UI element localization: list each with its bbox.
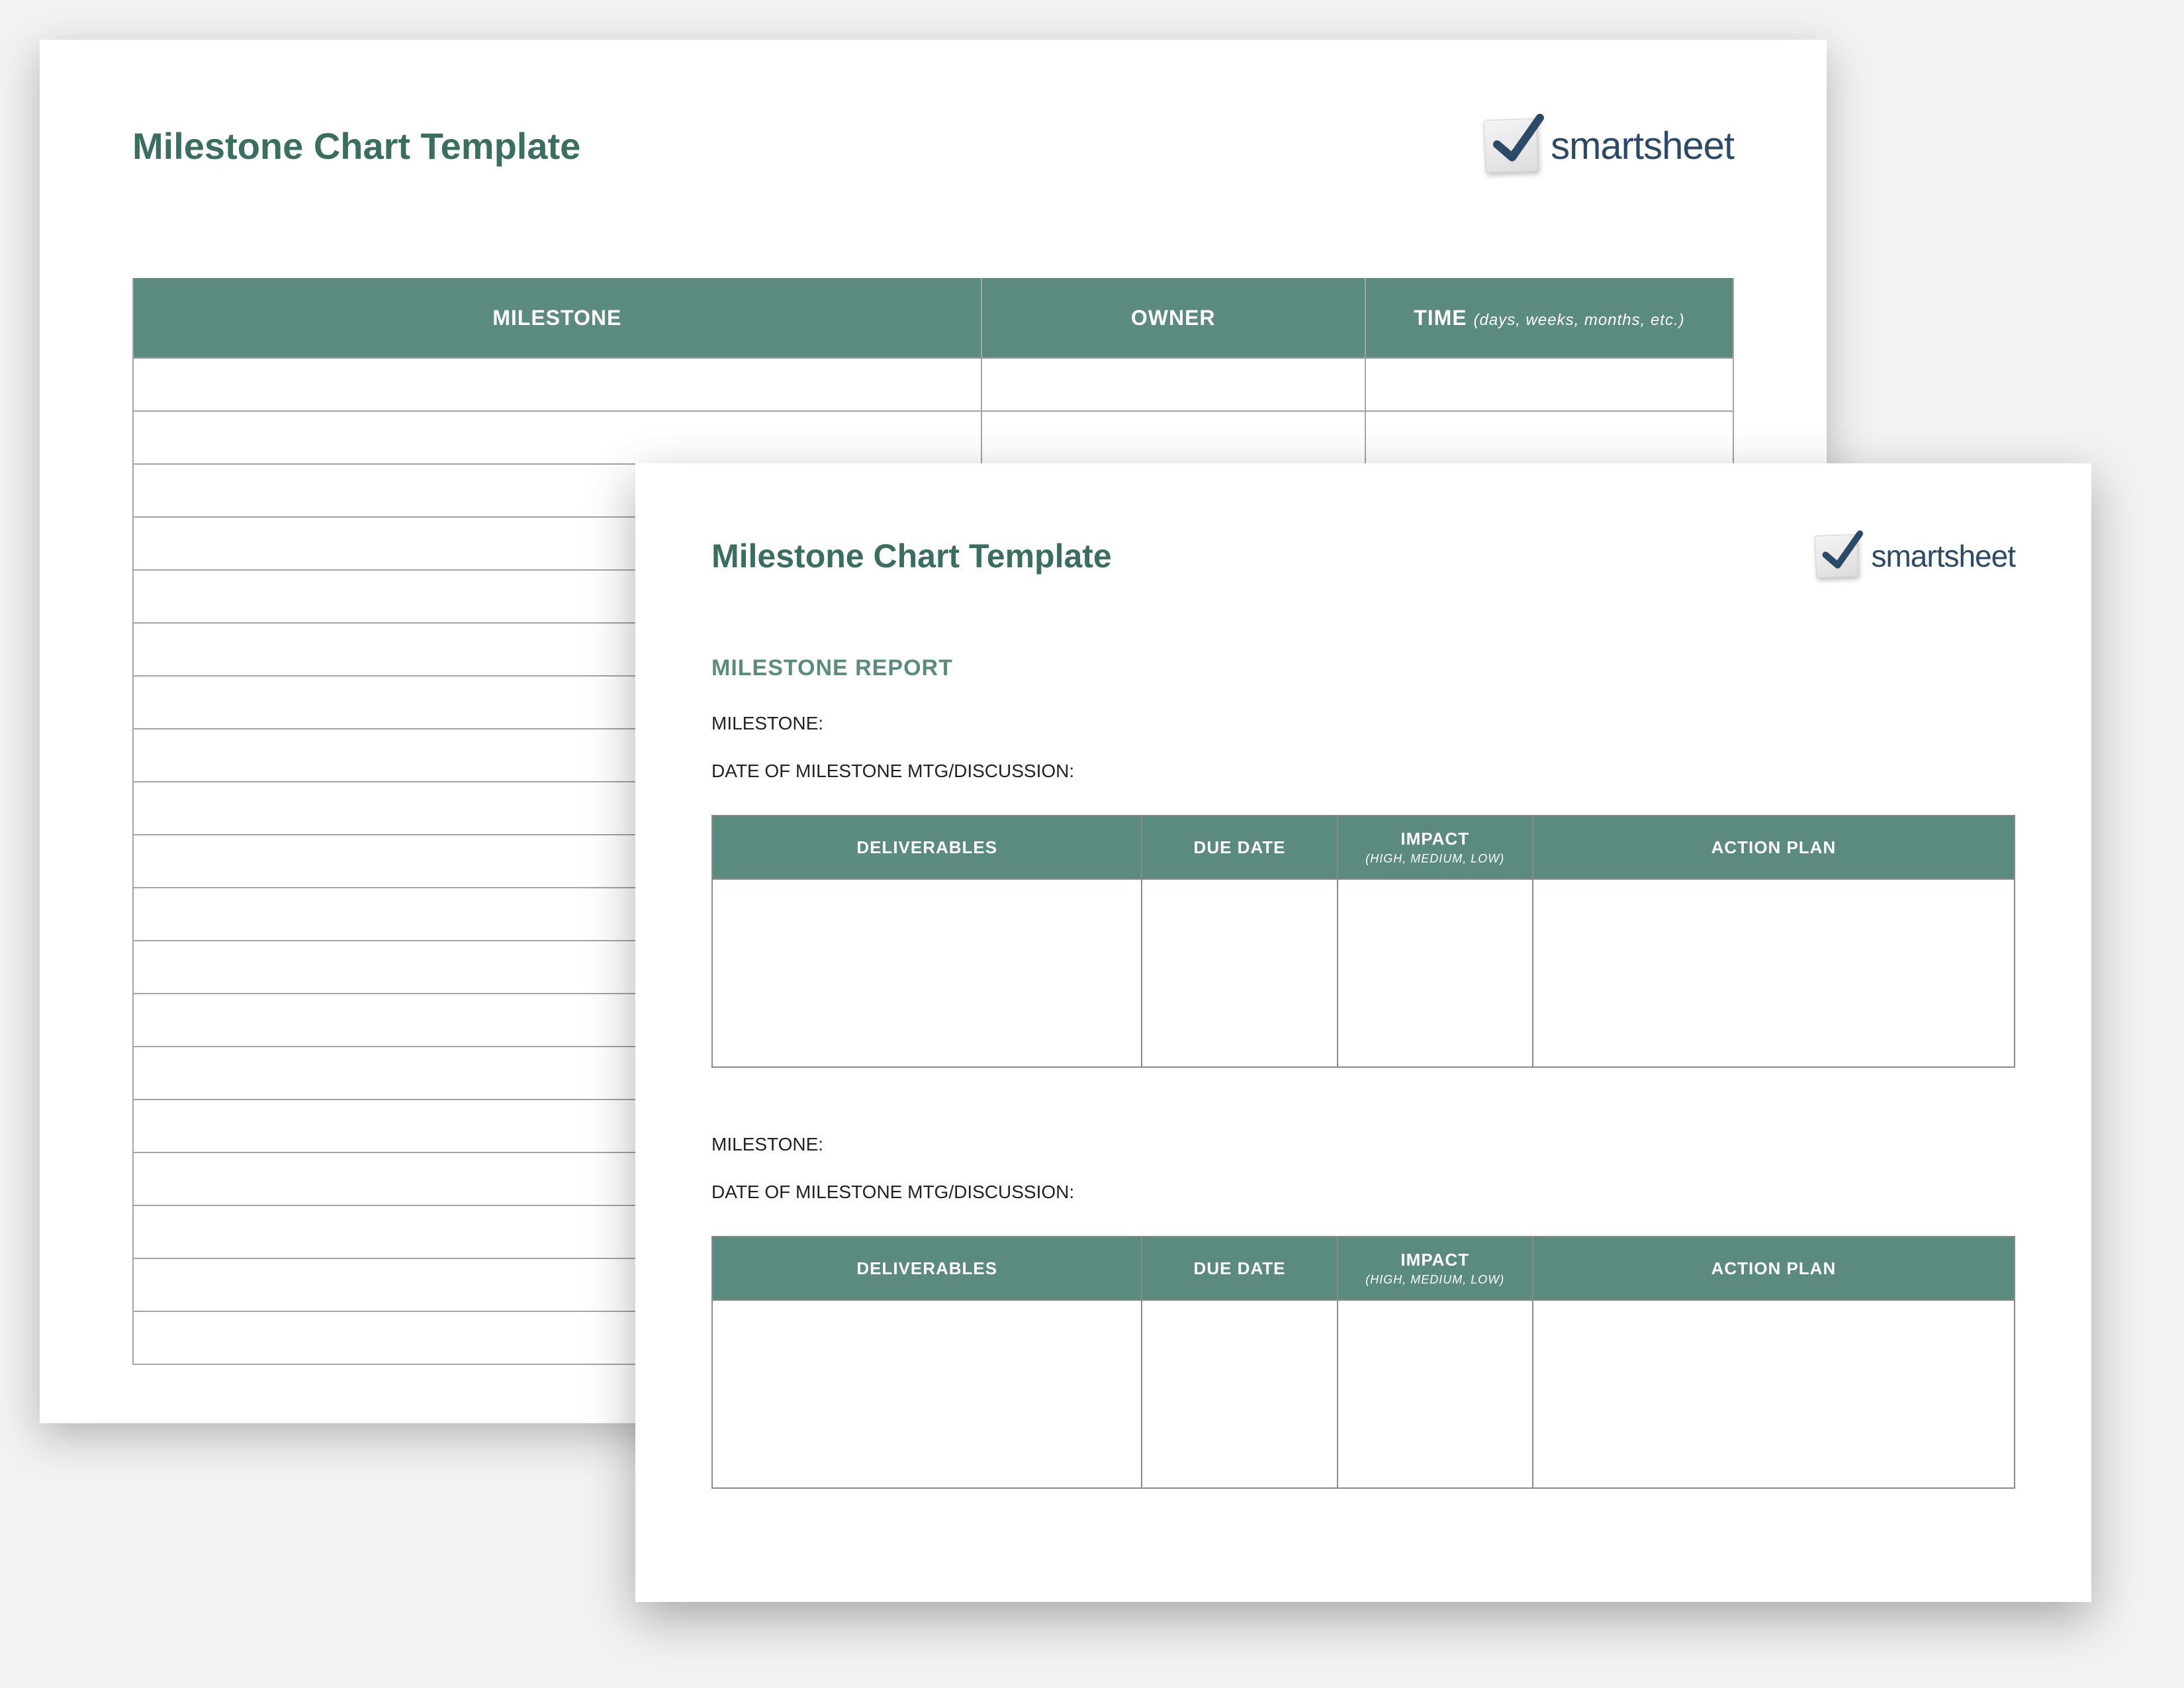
cell-owner[interactable] [981,411,1365,464]
brand-name: smartsheet [1551,124,1734,168]
cell-deliverables[interactable] [712,879,1142,1067]
col-header-time-label: TIME [1414,306,1467,330]
col-header-deliverables: DELIVERABLES [712,816,1142,879]
brand-checkmark-icon [1484,118,1539,173]
cell-milestone[interactable] [133,411,981,464]
report-table-row [712,879,2015,1067]
cell-action-plan[interactable] [1533,879,2015,1067]
brand-logo: smartsheet [1815,535,2015,577]
mtg-date-label: DATE OF MILESTONE MTG/DISCUSSION: [711,761,2015,782]
cell-time[interactable] [1365,358,1733,411]
cell-impact[interactable] [1338,879,1533,1067]
col-header-due-date: DUE DATE [1142,816,1337,879]
report-table-header-row: DELIVERABLES DUE DATE IMPACT (HIGH, MEDI… [712,1237,2015,1300]
section-title: MILESTONE REPORT [711,655,2015,681]
col-header-impact-sub: (HIGH, MEDIUM, LOW) [1339,852,1531,866]
cell-due-date[interactable] [1142,1300,1337,1488]
cell-impact[interactable] [1338,1300,1533,1488]
report-table: DELIVERABLES DUE DATE IMPACT (HIGH, MEDI… [711,815,2015,1068]
front-page: Milestone Chart Template smartsheet MILE… [635,463,2091,1602]
report-table: DELIVERABLES DUE DATE IMPACT (HIGH, MEDI… [711,1236,2015,1489]
back-page-header: Milestone Chart Template smartsheet [132,99,1734,192]
col-header-impact-label: IMPACT [1400,1250,1469,1270]
col-header-time: TIME (days, weeks, months, etc.) [1365,278,1733,358]
col-header-impact-sub: (HIGH, MEDIUM, LOW) [1339,1273,1531,1287]
page-title: Milestone Chart Template [711,537,1112,575]
brand-logo: smartsheet [1484,119,1734,172]
col-header-owner: OWNER [981,278,1365,358]
report-table-row [712,1300,2015,1488]
table-row [133,411,1733,464]
milestone-table-header-row: MILESTONE OWNER TIME (days, weeks, month… [133,278,1733,358]
milestone-label: MILESTONE: [711,1134,2015,1155]
cell-deliverables[interactable] [712,1300,1142,1488]
col-header-action-plan: ACTION PLAN [1533,1237,2015,1300]
col-header-impact-label: IMPACT [1400,829,1469,849]
page-title: Milestone Chart Template [132,124,580,167]
col-header-action-plan: ACTION PLAN [1533,816,2015,879]
brand-name: smartsheet [1871,538,2015,574]
brand-checkmark-icon [1815,534,1858,578]
col-header-due-date: DUE DATE [1142,1237,1337,1300]
cell-due-date[interactable] [1142,879,1337,1067]
col-header-deliverables: DELIVERABLES [712,1237,1142,1300]
table-row [133,358,1733,411]
col-header-impact: IMPACT (HIGH, MEDIUM, LOW) [1338,816,1533,879]
col-header-impact: IMPACT (HIGH, MEDIUM, LOW) [1338,1237,1533,1300]
cell-owner[interactable] [981,358,1365,411]
milestone-label: MILESTONE: [711,713,2015,734]
cell-milestone[interactable] [133,358,981,411]
cell-action-plan[interactable] [1533,1300,2015,1488]
mtg-date-label: DATE OF MILESTONE MTG/DISCUSSION: [711,1182,2015,1203]
cell-time[interactable] [1365,411,1733,464]
col-header-milestone: MILESTONE [133,278,981,358]
col-header-time-sub: (days, weeks, months, etc.) [1474,311,1685,329]
report-table-header-row: DELIVERABLES DUE DATE IMPACT (HIGH, MEDI… [712,816,2015,879]
front-page-header: Milestone Chart Template smartsheet [711,516,2015,596]
